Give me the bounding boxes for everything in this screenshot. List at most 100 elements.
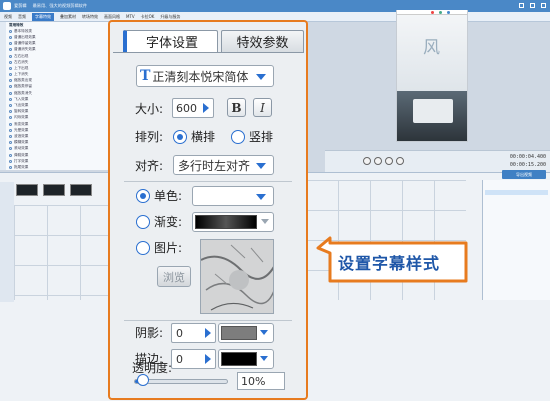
- gradient-dropdown[interactable]: [192, 212, 274, 232]
- added-effects-list: [482, 180, 550, 300]
- align-dropdown[interactable]: 多行时左对齐: [173, 155, 274, 175]
- menu-item[interactable]: 叠加素材: [60, 14, 76, 20]
- effect-list-item-label: 缩放类出现: [14, 78, 32, 83]
- image-fill-label: 图片:: [154, 241, 183, 255]
- chevron-right-icon: [205, 328, 211, 338]
- timeline-grid-left: [14, 205, 114, 300]
- tab-font-settings[interactable]: 字体设置: [123, 30, 218, 52]
- arrange-label: 排列:: [135, 130, 164, 144]
- radio-icon: [9, 110, 12, 114]
- effect-list-item[interactable]: 拖尾效果: [0, 164, 116, 170]
- font-family-dropdown[interactable]: T 正清刻本悦宋简体: [136, 65, 274, 87]
- stroke-color-picker[interactable]: [218, 349, 274, 369]
- pause-icon[interactable]: [374, 157, 382, 165]
- next-frame-icon[interactable]: [396, 157, 404, 165]
- menu-item[interactable]: 升级与服务: [160, 14, 180, 20]
- effect-list-item-label: 打字效果: [14, 158, 29, 163]
- effect-list-item-label: 旋转效果: [14, 109, 29, 114]
- chevron-down-icon: [260, 330, 268, 335]
- effect-list-item-label: 上下消失: [14, 72, 29, 77]
- gradient-label: 渐变:: [154, 215, 183, 229]
- dialog-tabs: 字体设置 特效参数: [113, 30, 304, 52]
- radio-icon: [9, 73, 12, 77]
- browse-button[interactable]: 浏览: [157, 266, 191, 287]
- menu-item[interactable]: 视频: [4, 14, 12, 20]
- effect-list-item-label: 普通消失效果: [14, 47, 36, 52]
- effect-list-item-label: 基本特效类: [14, 28, 32, 33]
- stop-icon[interactable]: [385, 157, 393, 165]
- menu-item[interactable]: 转场特效: [82, 14, 98, 20]
- menu-item[interactable]: 字幕特效: [32, 12, 54, 21]
- shadow-size-field[interactable]: 0: [171, 323, 216, 343]
- shadow-label: 阴影:: [135, 326, 164, 340]
- minimize-icon[interactable]: [519, 3, 524, 8]
- effect-list-item-label: 左右出现: [14, 53, 29, 58]
- gradient-radio[interactable]: [136, 215, 150, 229]
- playback-buttons: [363, 157, 404, 165]
- effect-list-item-label: 波浪效果: [14, 133, 29, 138]
- export-video-button[interactable]: 导出视频: [502, 170, 546, 179]
- effect-list-item-label: 闪烁效果: [14, 115, 29, 120]
- chevron-down-icon: [256, 74, 266, 80]
- bold-button[interactable]: B: [227, 98, 246, 117]
- gradient-swatch: [195, 215, 257, 229]
- radio-icon: [9, 122, 12, 126]
- radio-icon: [9, 79, 12, 83]
- radio-icon: [9, 97, 12, 101]
- font-family-value: 正清刻本悦宋简体: [152, 69, 249, 84]
- chevron-right-icon: [203, 103, 209, 113]
- clip-thumbnail[interactable]: [43, 184, 65, 196]
- radio-icon: [9, 48, 12, 52]
- effect-list-item-label: 普通出现效果: [14, 34, 36, 39]
- clip-thumbnail[interactable]: [16, 184, 38, 196]
- radio-icon: [9, 116, 12, 120]
- shadow-color-swatch: [221, 326, 257, 340]
- radio-icon: [9, 141, 12, 145]
- maximize-icon[interactable]: [530, 3, 535, 8]
- callout-badge: 设置字幕样式: [316, 236, 469, 285]
- solid-color-radio[interactable]: [136, 189, 150, 203]
- radio-icon: [9, 66, 12, 70]
- stroke-size-value: 0: [176, 352, 183, 366]
- horizontal-radio[interactable]: [173, 130, 187, 144]
- tab-effect-params[interactable]: 特效参数: [221, 30, 304, 52]
- clip-thumbnail[interactable]: [70, 184, 92, 196]
- opacity-field[interactable]: 10%: [237, 372, 285, 390]
- menu-item[interactable]: 卡拉OK: [141, 14, 155, 20]
- shadow-color-picker[interactable]: [218, 323, 274, 343]
- stroke-size-field[interactable]: 0: [171, 349, 216, 369]
- effect-list-item-label: 普通停留效果: [14, 41, 36, 46]
- selected-effect-row[interactable]: [485, 190, 548, 195]
- menu-item[interactable]: 音频: [18, 14, 26, 20]
- italic-button[interactable]: I: [253, 98, 272, 117]
- effect-list-item-label: 缩放类停留: [14, 84, 32, 89]
- image-fill-radio[interactable]: [136, 241, 150, 255]
- effect-list-panel: 常用特效 基本特效类 普通出现效果 普通停留效果 普通消失效果 左右出现 左右消失 上下出现…: [0, 22, 117, 170]
- section-divider: [124, 320, 292, 321]
- menu-item[interactable]: 画面风格: [104, 14, 120, 20]
- vertical-radio[interactable]: [231, 130, 245, 144]
- record-icon[interactable]: [431, 11, 434, 14]
- radio-icon: [9, 54, 12, 58]
- tab-divider: [113, 52, 304, 53]
- opacity-slider-handle[interactable]: [137, 374, 150, 386]
- solid-color-dropdown[interactable]: [192, 186, 274, 206]
- effect-list-item-label: 飞出效果: [14, 103, 29, 108]
- clip-thumbnails: [16, 184, 92, 196]
- texture-image-preview: [200, 239, 274, 314]
- snapshot-icon[interactable]: [439, 11, 442, 14]
- radio-icon: [9, 153, 12, 157]
- menu-item[interactable]: MTV: [126, 14, 135, 19]
- preview-caption-glyph: 风: [423, 38, 440, 58]
- shadow-size-value: 0: [176, 326, 183, 340]
- play-icon[interactable]: [363, 157, 371, 165]
- align-value: 多行时左对齐: [178, 158, 251, 173]
- fullscreen-icon[interactable]: [447, 11, 450, 14]
- app-title: 爱剪辑: [14, 3, 27, 8]
- close-icon[interactable]: [541, 3, 546, 8]
- radio-icon: [9, 159, 12, 163]
- window-controls: [519, 3, 546, 8]
- video-preview: 风: [396, 10, 468, 142]
- font-size-field[interactable]: 600: [172, 98, 214, 118]
- current-time: 00:00:04.400: [509, 154, 546, 160]
